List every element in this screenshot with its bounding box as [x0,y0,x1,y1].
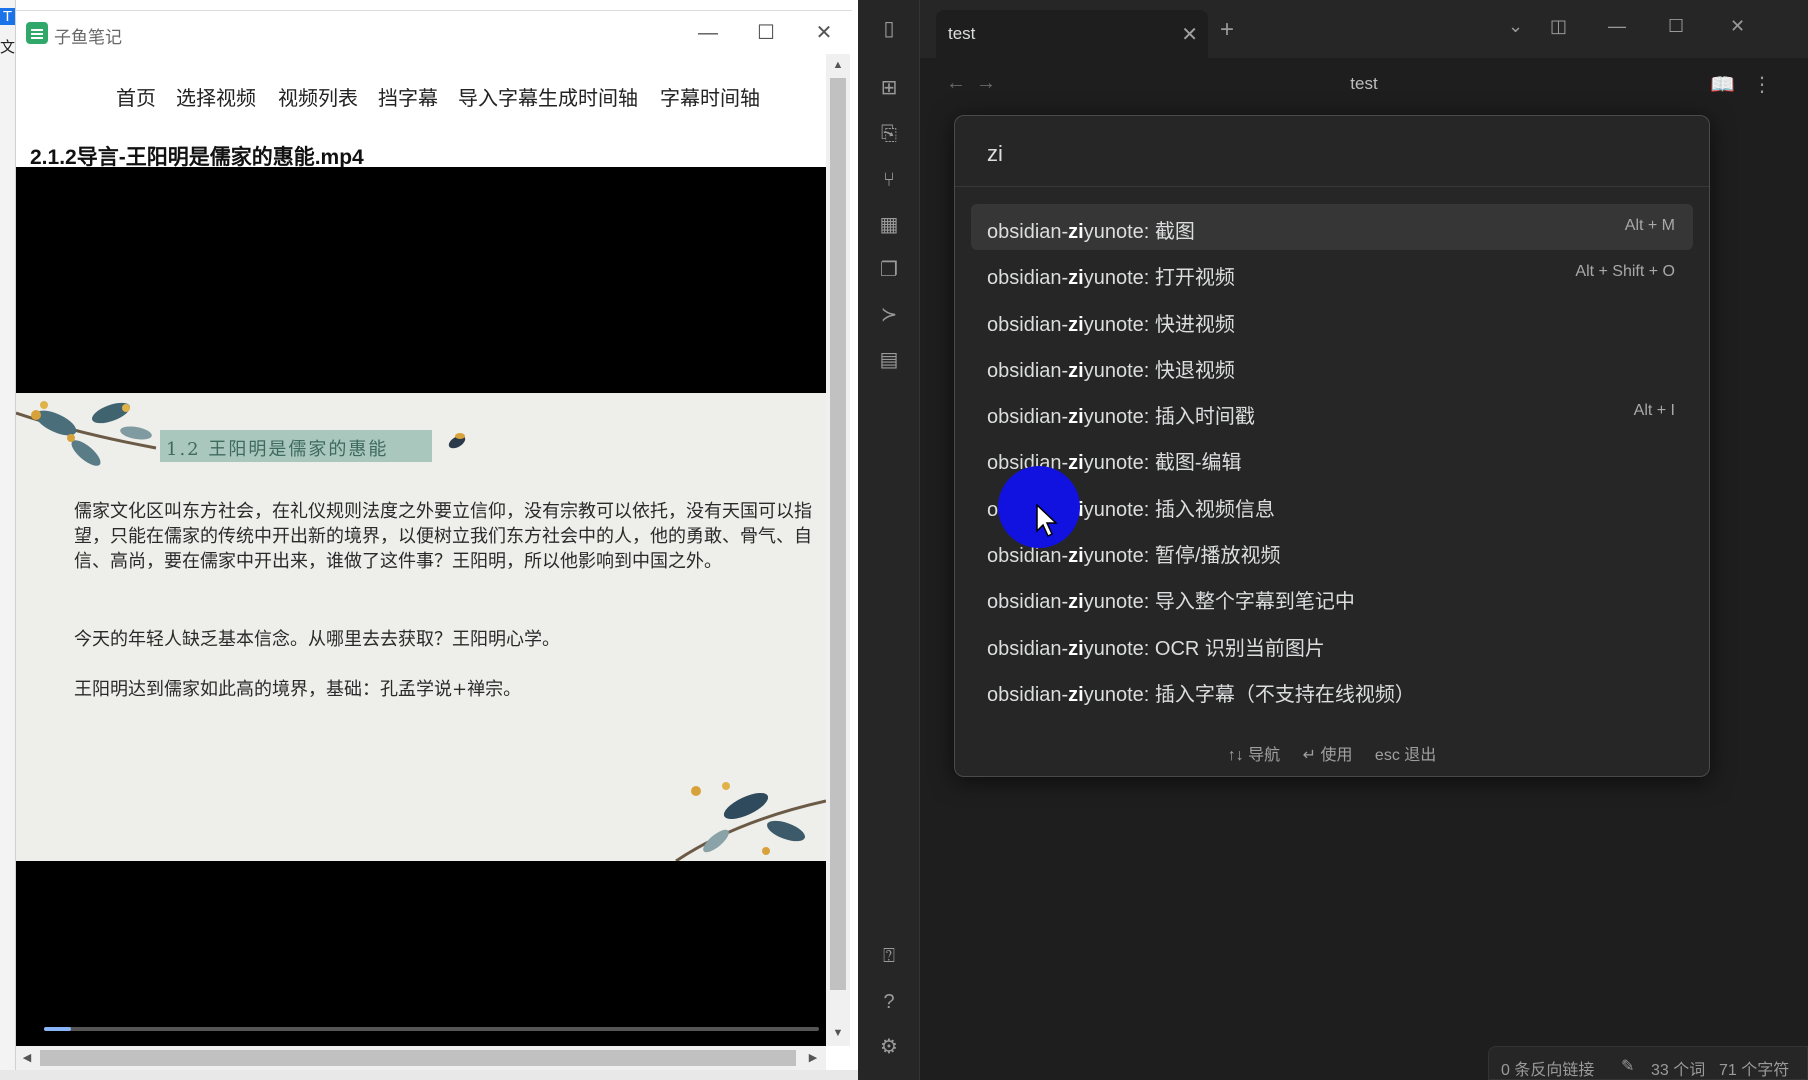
status-bar: 0 条反向链接 ✎ 33 个词 71 个字符 [1488,1046,1808,1080]
sidebar-toggle-icon[interactable]: ▯ [877,17,901,41]
command-label: obsidian-ziyunote: 插入字幕（不支持在线视频） [987,683,1415,706]
video-frame-slide: 1.2 王阳明是儒家的惠能 儒家文化区叫东方社会，在礼仪规则法度之外要立信仰，没… [16,393,826,861]
background-window-edge: T 文 [0,0,16,1080]
title-bar: 子鱼笔记 — ☐ ✕ [16,10,852,54]
command-item[interactable]: obsidian-ziyunote: 快进视频 [971,297,1693,343]
app-title: 子鱼笔记 [54,28,122,47]
view-header: ← → test 📖 ⋮ [920,58,1808,110]
command-label: obsidian-ziyunote: 快进视频 [987,313,1235,336]
edit-pencil-icon[interactable]: ✎ [1621,1056,1634,1076]
vault-switcher-icon[interactable]: ⍰ [877,944,901,968]
right-sidebar-toggle-icon[interactable]: ◫ [1550,16,1567,37]
video-progress-fill [44,1027,72,1031]
vertical-scrollbar-thumb[interactable] [830,78,846,990]
app-logo-icon [26,22,48,44]
window-close-icon[interactable]: ✕ [1730,16,1745,37]
command-palette-icon[interactable]: ⊞ [877,76,901,100]
horizontal-scrollbar-thumb[interactable] [40,1050,796,1066]
command-label: obsidian-ziyunote: 打开视频 [987,267,1235,290]
settings-gear-icon[interactable]: ⚙ [877,1035,901,1059]
scroll-right-icon[interactable]: ▶ [806,1051,820,1065]
nav-block-subtitles[interactable]: 挡字幕 [378,82,438,111]
nav-home[interactable]: 首页 [116,82,156,111]
char-count: 71 个字符 [1719,1062,1790,1079]
daily-note-icon[interactable]: ▦ [877,213,901,237]
window-bottom-edge [0,1070,858,1080]
slide-paragraph-1: 儒家文化区叫东方社会，在礼仪规则法度之外要立信仰，没有宗教可以依托，没有天国可以… [74,501,812,572]
window-maximize-icon[interactable]: ☐ [1668,16,1684,37]
close-button[interactable]: ✕ [802,19,846,47]
command-search-input[interactable] [971,134,1691,174]
palette-divider [955,186,1709,187]
command-item[interactable]: obsidian-ziyunote: 插入字幕（不支持在线视频） [971,667,1693,713]
minimize-button[interactable]: — [686,19,730,47]
scroll-left-icon[interactable]: ◀ [20,1051,34,1065]
nav-select-video[interactable]: 选择视频 [176,82,256,111]
command-label: obsidian-ziyunote: 插入时间戳 [987,406,1255,429]
mouse-pointer-icon [1036,504,1058,538]
more-options-icon[interactable]: ⋮ [1752,72,1772,97]
vertical-scrollbar[interactable]: ▲ ▼ [826,54,850,1046]
command-item[interactable]: obsidian-ziyunote: 截图 Alt + M [971,204,1693,251]
templates-icon[interactable]: ❐ [877,258,901,282]
backlinks-count[interactable]: 0 条反向链接 [1501,1056,1594,1080]
video-progress-bar[interactable] [44,1027,819,1031]
new-tab-icon[interactable]: + [1220,16,1234,44]
command-palette: obsidian-ziyunote: 截图Alt + Mobsidian-ziy… [954,115,1710,777]
slide-heading: 1.2 王阳明是儒家的惠能 [166,439,389,460]
horizontal-scrollbar[interactable]: ◀ ▶ [16,1046,826,1070]
command-item[interactable]: obsidian-ziyunote: OCR 识别当前图片 [971,621,1693,667]
command-item[interactable]: obsidian-ziyunote: 导入整个字幕到笔记中 [971,574,1693,620]
footer-exit-hint: esc 退出 [1374,747,1437,764]
word-count: 33 个词 [1651,1062,1706,1079]
slides-icon[interactable]: ▤ [877,348,901,372]
footer-navigate-hint: ↑↓ 导航 [1227,747,1281,764]
tab-list-chevron-down-icon[interactable]: ⌄ [1508,16,1523,37]
slide-paragraph-2: 今天的年轻人缺乏基本信念。从哪里去去获取？王阳明心学。 [74,629,560,650]
command-label: obsidian-ziyunote: 快退视频 [987,359,1235,382]
quick-switcher-icon[interactable]: ⎘ [877,122,901,146]
view-title[interactable]: test [920,74,1808,94]
help-icon[interactable]: ? [877,990,901,1014]
scroll-down-icon[interactable]: ▼ [831,1026,845,1040]
command-label: obsidian-ziyunote: 导入整个字幕到笔记中 [987,591,1355,614]
command-item[interactable]: obsidian-ziyunote: 插入时间戳 Alt + I [971,389,1693,435]
command-label: obsidian-ziyunote: 截图 [987,221,1195,243]
obsidian-window: ▯ ⊞ ⎘ ⑂ ▦ ❐ ≻ ▤ ⍰ ? ⚙ test ✕ + ⌄ ◫ — ☐ ✕… [858,0,1808,1080]
scroll-up-icon[interactable]: ▲ [831,58,845,72]
maximize-button[interactable]: ☐ [744,19,788,47]
tab-test[interactable]: test ✕ [936,10,1208,58]
command-item[interactable]: obsidian-ziyunote: 打开视频 Alt + Shift + O [971,250,1693,296]
flower-branch-decoration [16,401,157,466]
command-hotkey: Alt + Shift + O [1575,263,1675,281]
command-item[interactable]: obsidian-ziyunote: 暂停/播放视频 [971,528,1693,574]
ziyu-notes-window: T 文 子鱼笔记 — ☐ ✕ 首页 选择视频 视频列表 挡字幕 导入字幕生成时间… [0,0,858,1080]
window-minimize-icon[interactable]: — [1608,16,1626,37]
tab-close-icon[interactable]: ✕ [1181,22,1198,47]
left-ribbon: ▯ ⊞ ⎘ ⑂ ▦ ❐ ≻ ▤ ⍰ ? ⚙ [858,0,920,1080]
slide-paragraph-3: 王阳明达到儒家如此高的境界，基础：孔孟学说+禅宗。 [74,679,522,700]
command-item[interactable]: obsidian-ziyunote: 快退视频 [971,343,1693,389]
tab-bar: test ✕ + ⌄ ◫ — ☐ ✕ [920,0,1808,58]
terminal-icon[interactable]: ≻ [877,303,901,327]
nav-import-subtitles-timeline[interactable]: 导入字幕生成时间轴 [458,82,638,111]
background-app-icon: T [0,8,15,25]
top-nav: 首页 选择视频 视频列表 挡字幕 导入字幕生成时间轴 字幕时间轴 [16,76,826,116]
command-list: obsidian-ziyunote: 截图 Alt + Mobsidian-ziy… [971,204,1693,713]
bee-decoration [448,433,466,449]
reading-view-icon[interactable]: 📖 [1710,72,1735,97]
background-app-text: 文 [0,39,16,56]
command-hotkey: Alt + M [1624,217,1675,234]
palette-footer: ↑↓ 导航 ↵ 使用 esc 退出 [955,741,1709,765]
nav-video-list[interactable]: 视频列表 [278,82,358,111]
command-label: obsidian-ziyunote: OCR 识别当前图片 [987,637,1325,660]
video-player[interactable]: 1.2 王阳明是儒家的惠能 儒家文化区叫东方社会，在礼仪规则法度之外要立信仰，没… [16,167,826,1047]
command-item[interactable]: obsidian-ziyunote: 截图-编辑 [971,435,1693,481]
nav-subtitle-timeline[interactable]: 字幕时间轴 [660,82,760,111]
flower-branch-decoration-bottom [675,782,826,861]
command-hotkey: Alt + I [1633,402,1675,420]
graph-view-icon[interactable]: ⑂ [877,168,901,192]
footer-use-hint: ↵ 使用 [1302,747,1353,764]
tab-label: test [948,24,976,43]
